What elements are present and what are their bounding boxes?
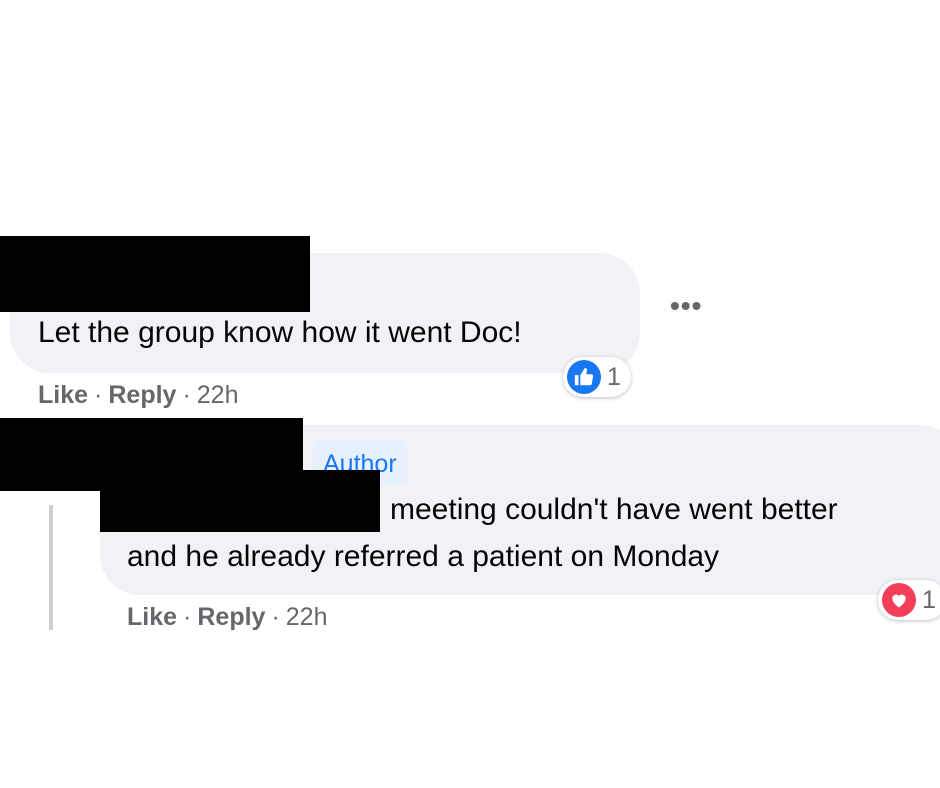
reaction-count: 1 <box>922 585 936 614</box>
reply-actions: Like · Reply · 22h <box>127 603 328 632</box>
reaction-summary[interactable]: 1 <box>878 580 940 620</box>
timestamp[interactable]: 22h <box>197 381 239 409</box>
separator: · <box>94 381 103 409</box>
like-link[interactable]: Like <box>38 381 88 409</box>
comment-text: Let the group know how it went Doc! <box>38 316 522 349</box>
reply-text-line2: and he already referred a patient on Mon… <box>127 540 720 573</box>
reaction-summary[interactable]: 1 <box>563 357 631 397</box>
love-reaction-icon <box>882 583 916 617</box>
timestamp[interactable]: 22h <box>286 603 328 631</box>
thread-line <box>49 505 53 630</box>
redacted-mention <box>100 470 380 532</box>
reply-link[interactable]: Reply <box>108 381 176 409</box>
ellipsis-icon[interactable]: ••• <box>670 292 702 320</box>
reply-link[interactable]: Reply <box>197 603 265 631</box>
like-reaction-icon <box>567 360 601 394</box>
redacted-commenter-name <box>0 236 310 312</box>
separator: · <box>182 381 191 409</box>
like-link[interactable]: Like <box>127 603 177 631</box>
separator: · <box>271 603 280 631</box>
reaction-count: 1 <box>607 362 621 391</box>
comment-actions: Like · Reply · 22h <box>38 381 239 410</box>
reply-text-line1: meeting couldn't have went better <box>390 493 838 526</box>
separator: · <box>183 603 192 631</box>
